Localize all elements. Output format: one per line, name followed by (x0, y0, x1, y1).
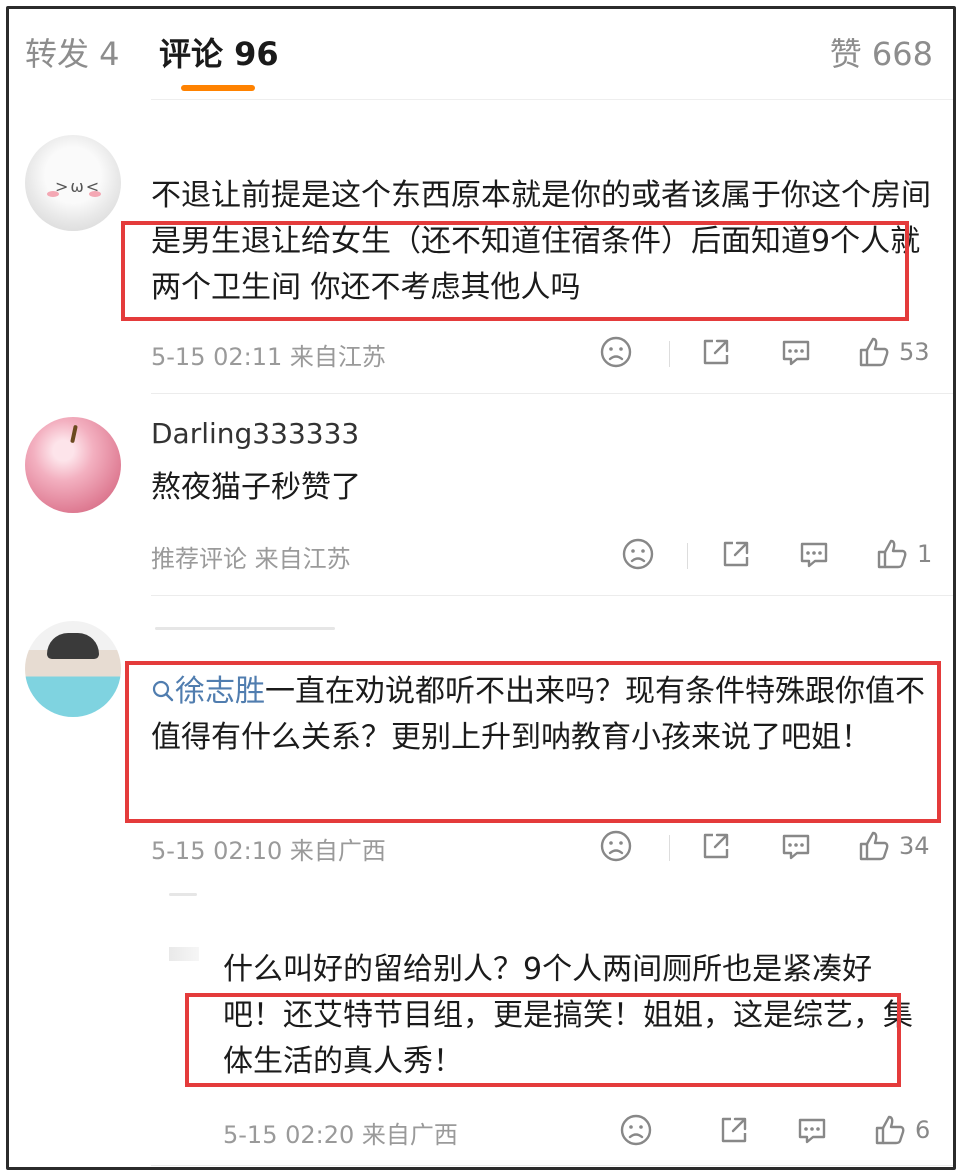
avatar[interactable]: >ω< (25, 135, 121, 231)
header-divider (151, 99, 953, 100)
avatar[interactable] (25, 417, 121, 513)
sad-face-icon[interactable] (619, 1113, 653, 1147)
share-icon[interactable] (717, 1113, 751, 1147)
row-divider (151, 595, 953, 596)
like-count: 1 (917, 540, 933, 568)
avatar[interactable] (169, 947, 199, 961)
tab-likes[interactable]: 赞 668 (830, 29, 933, 75)
comment-text: 熬夜猫子秒赞了 (151, 470, 361, 505)
comment-actions: 53 (599, 335, 939, 375)
share-icon[interactable] (719, 537, 753, 571)
like-button[interactable]: 34 (857, 829, 930, 863)
like-button[interactable]: 6 (873, 1113, 930, 1147)
obscured-username (169, 893, 197, 896)
highlight-box (125, 661, 941, 823)
thumbs-up-icon (877, 539, 907, 569)
comment-bubble-icon[interactable] (779, 829, 813, 863)
comment-meta: 5-15 02:11 来自江苏 (151, 343, 386, 371)
like-count: 34 (899, 832, 930, 860)
sad-face-icon[interactable] (599, 335, 633, 369)
active-tab-indicator (181, 85, 255, 91)
username[interactable]: Darling333333 (151, 417, 359, 450)
tab-comments[interactable]: 评论 96 (159, 29, 279, 75)
sad-face-icon[interactable] (621, 537, 655, 571)
comment-bubble-icon[interactable] (797, 537, 831, 571)
like-button[interactable]: 53 (857, 335, 930, 369)
obscured-username (155, 627, 335, 630)
highlight-box (185, 993, 901, 1087)
share-icon[interactable] (699, 335, 733, 369)
comment-actions: 6 (619, 1113, 939, 1153)
like-count: 53 (899, 338, 930, 366)
comment-bubble-icon[interactable] (779, 335, 813, 369)
apple-stem (70, 424, 78, 444)
avatar[interactable] (25, 621, 121, 717)
highlight-box (121, 221, 909, 321)
thumbs-up-icon (859, 831, 889, 861)
avatar-hair (47, 633, 99, 659)
comment-panel: 转发 4 评论 96 赞 668 >ω< 不退让前提是这个东西原本就是你的或者该… (6, 6, 956, 1170)
thumbs-up-icon (859, 337, 889, 367)
row-divider (151, 393, 953, 394)
comment-actions: 1 (621, 537, 941, 577)
comment-bubble-icon[interactable] (795, 1113, 829, 1147)
comment-actions: 34 (599, 829, 939, 869)
comment-meta: 推荐评论 来自江苏 (151, 545, 351, 573)
comment-meta: 5-15 02:20 来自广西 (223, 1121, 458, 1149)
row-divider (151, 1165, 953, 1166)
sad-face-icon[interactable] (599, 829, 633, 863)
like-button[interactable]: 1 (875, 537, 932, 571)
share-icon[interactable] (699, 829, 733, 863)
like-count: 6 (915, 1116, 931, 1144)
comment-meta: 5-15 02:10 来自广西 (151, 837, 386, 865)
thumbs-up-icon (875, 1115, 905, 1145)
tab-bar: 转发 4 评论 96 赞 668 (9, 9, 953, 93)
tab-repost[interactable]: 转发 4 (25, 29, 120, 75)
